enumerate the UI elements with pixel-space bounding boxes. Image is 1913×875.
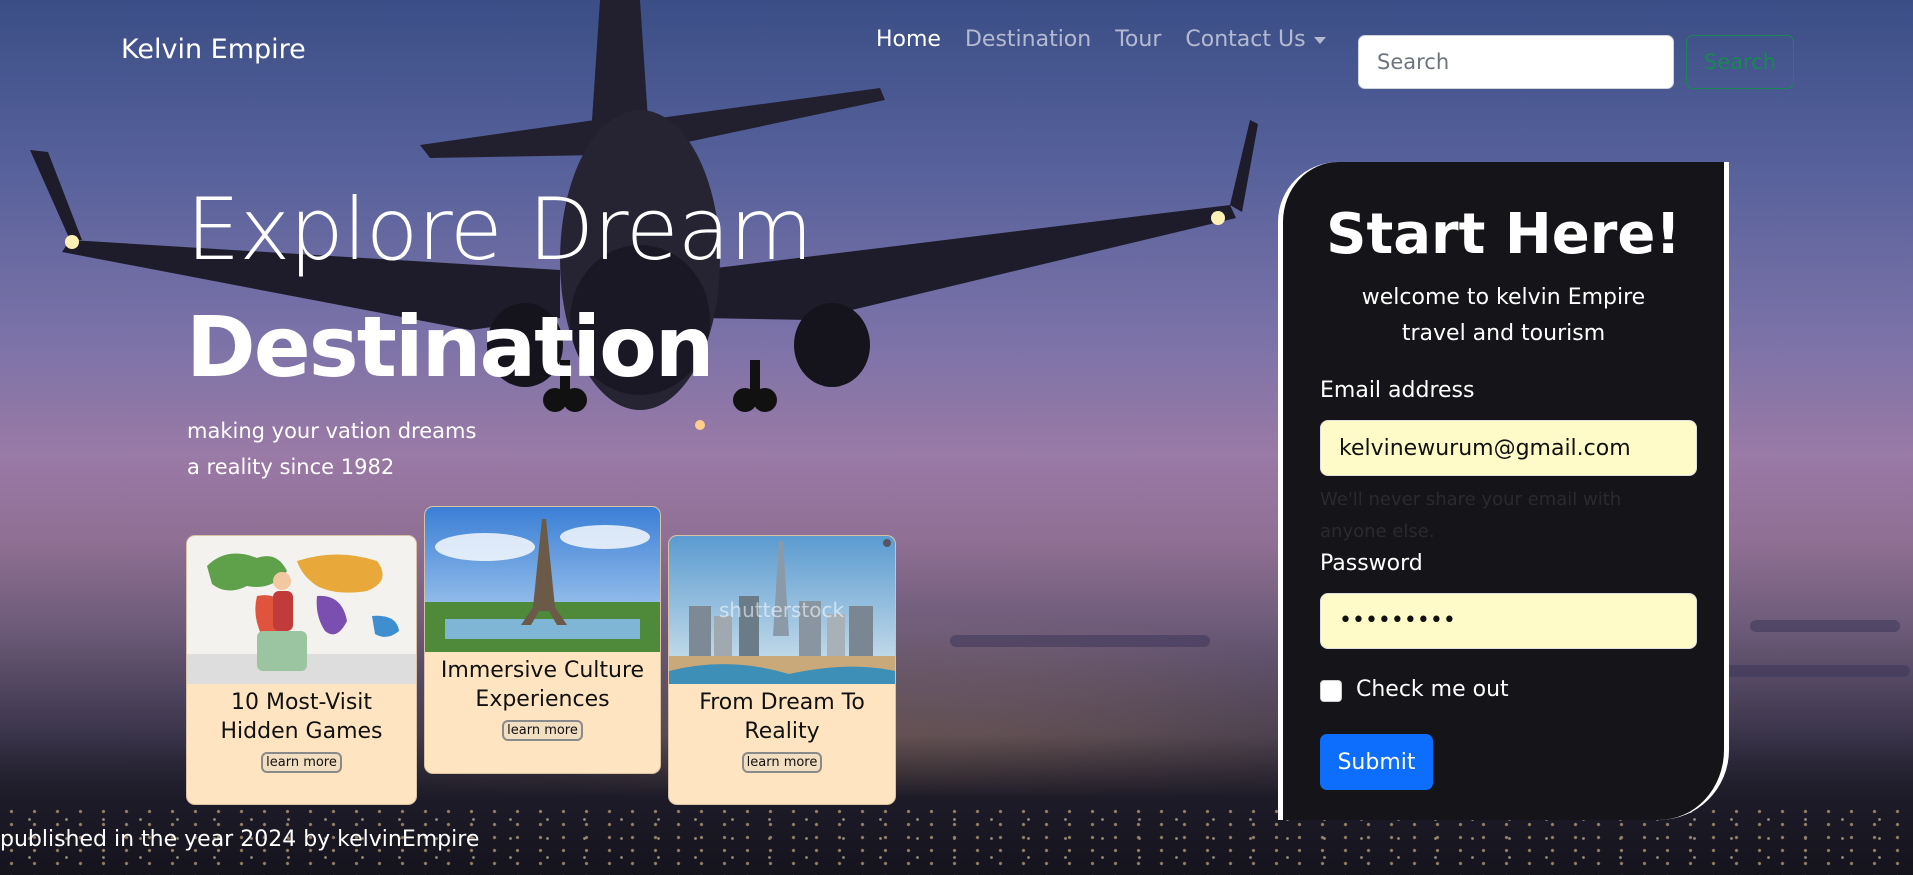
nav-item-tour[interactable]: Tour	[1115, 27, 1161, 52]
password-label: Password	[1320, 551, 1423, 576]
footer-text: published in the year 2024 by kelvinEmpi…	[0, 827, 480, 852]
nav-item-destination[interactable]: Destination	[965, 27, 1091, 52]
password-field[interactable]: •••••••••	[1320, 593, 1697, 649]
card-title-line1: Immersive Culture	[440, 658, 645, 683]
submit-button[interactable]: Submit	[1320, 734, 1433, 790]
chevron-down-icon	[1313, 36, 1326, 44]
hero-title-line1: Explore Dream	[186, 180, 813, 280]
form-subtitle: welcome to kelvin Empire travel and tour…	[1283, 280, 1724, 352]
check-me-out-checkbox[interactable]	[1320, 680, 1342, 702]
search-input[interactable]	[1358, 35, 1674, 89]
signup-form-panel: Start Here! welcome to kelvin Empire tra…	[1278, 162, 1729, 820]
form-subtitle-line2: travel and tourism	[1401, 321, 1606, 346]
learn-more-button[interactable]: learn more	[261, 752, 342, 773]
card-image-eiffel-tower	[425, 507, 660, 652]
search-button[interactable]: Search	[1686, 35, 1794, 89]
brand-logo[interactable]: Kelvin Empire	[121, 34, 306, 65]
hero-tagline: making your vation dreams a reality sinc…	[187, 413, 476, 485]
nav-item-home[interactable]: Home	[876, 27, 941, 52]
card-title-line2: Experiences	[475, 687, 610, 712]
email-field[interactable]	[1320, 420, 1697, 476]
tagline-line1: making your vation dreams	[187, 419, 477, 443]
card-title: 10 Most-Visit Hidden Games	[187, 688, 416, 746]
card-hidden-games: 10 Most-Visit Hidden Games learn more	[186, 535, 417, 805]
card-title: Immersive Culture Experiences	[425, 656, 660, 714]
card-dream-reality: shutterstock From Dream To Reality learn…	[668, 535, 896, 805]
tagline-line2: a reality since 1982	[187, 455, 395, 479]
main-nav: Home Destination Tour Contact Us	[876, 27, 1326, 52]
learn-more-button[interactable]: learn more	[502, 720, 583, 741]
nav-item-contact-us[interactable]: Contact Us	[1185, 27, 1326, 52]
card-title-line1: 10 Most-Visit	[230, 690, 373, 715]
cloud	[950, 635, 1210, 647]
card-culture: Immersive Culture Experiences learn more	[424, 506, 661, 774]
watermark-text: shutterstock	[719, 598, 845, 622]
email-label: Email address	[1320, 378, 1475, 403]
card-image-dubai-skyline: shutterstock	[669, 536, 895, 684]
email-help-text: We'll never share your email with anyone…	[1320, 484, 1650, 548]
card-title-line2: Hidden Games	[220, 719, 383, 744]
card-title-line2: Reality	[744, 719, 820, 744]
form-subtitle-line1: welcome to kelvin Empire	[1361, 285, 1646, 310]
checkbox-label: Check me out	[1356, 677, 1509, 702]
hero-title-line2: Destination	[186, 298, 715, 396]
card-title-line1: From Dream To	[699, 690, 865, 715]
learn-more-button[interactable]: learn more	[741, 752, 823, 773]
email-help-line1: We'll never share your email with	[1320, 489, 1622, 510]
form-title: Start Here!	[1326, 202, 1681, 267]
email-help-line2: anyone else.	[1320, 521, 1435, 542]
cloud	[1720, 665, 1910, 677]
card-image-world-map	[187, 536, 416, 684]
cloud	[1750, 620, 1900, 632]
nav-item-contact-us-label: Contact Us	[1185, 27, 1306, 52]
card-title: From Dream To Reality	[669, 688, 895, 746]
